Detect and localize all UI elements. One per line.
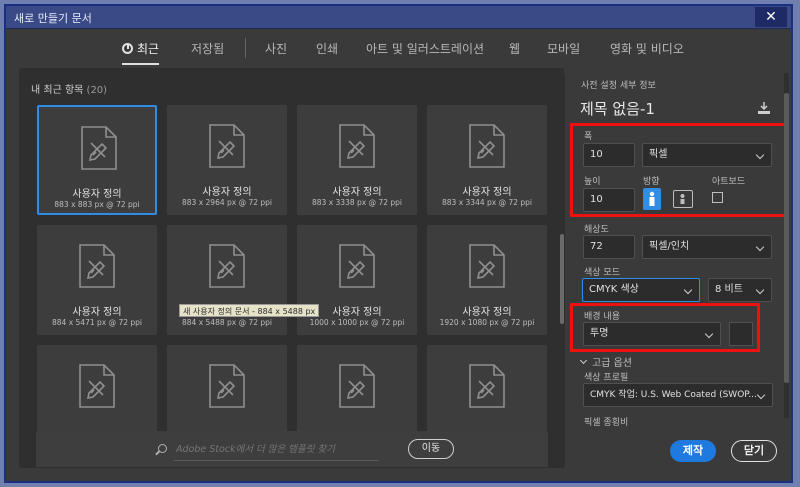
document-icon	[208, 363, 246, 409]
create-button[interactable]: 제작	[670, 440, 716, 462]
chevron-down-icon	[756, 390, 766, 400]
recent-item-name: 사용자 정의	[72, 307, 122, 318]
recent-item-dims: 883 x 3338 px @ 72 ppi	[312, 198, 402, 207]
document-icon	[208, 123, 246, 169]
tab-web[interactable]: 웹	[509, 40, 520, 57]
recent-item-name: 사용자 정의	[72, 189, 122, 200]
recent-item-dims: 884 x 5488 px @ 72 ppi	[182, 318, 272, 327]
document-icon	[468, 363, 506, 409]
recent-item-card[interactable]: 사용자 정의 884 x 5471 px @ 72 ppi	[37, 225, 157, 335]
window-title: 새로 만들기 문서	[14, 12, 92, 25]
recent-item-card[interactable]: 사용자 정의 883 x 3338 px @ 72 ppi	[297, 105, 417, 215]
recent-item-dims: 883 x 2964 px @ 72 ppi	[182, 198, 272, 207]
bit-depth-select[interactable]: 8 비트	[708, 278, 772, 302]
tooltip: 새 사용자 정의 문서 - 884 x 5488 px	[179, 304, 320, 317]
recent-item-card[interactable]: 사용자 정의 883 x 3344 px @ 72 ppi	[427, 105, 547, 215]
recent-section-title: 내 최근 항목 (20)	[31, 81, 107, 96]
tab-recent[interactable]: 최근	[122, 40, 160, 65]
recent-item-card[interactable]: 사용자 정의 1920 x 1080 px @ 72 ppi	[427, 225, 547, 335]
recent-item-card[interactable]: 사용자 정의 883 x 2964 px @ 72 ppi	[167, 105, 287, 215]
close-button[interactable]: 닫기	[731, 440, 777, 462]
color-mode-value: CMYK 색상	[589, 284, 639, 295]
recent-title: 내 최근 항목	[31, 85, 84, 96]
document-icon	[468, 243, 506, 289]
color-profile-select[interactable]: CMYK 작업: U.S. Web Coated (SWOP...	[583, 383, 773, 407]
recent-item-card[interactable]: 사용자 정의 1000 x 1000 px @ 72 ppi	[297, 225, 417, 335]
bit-depth-value: 8 비트	[715, 284, 743, 295]
document-icon	[468, 123, 506, 169]
resolution-label: 해상도	[584, 225, 609, 235]
tab-divider	[245, 38, 246, 58]
resolution-unit-select[interactable]: 픽셀/인치	[642, 235, 772, 259]
resolution-input[interactable]: 72	[583, 235, 635, 259]
highlight-box-background	[570, 303, 760, 352]
scrollbar-thumb[interactable]	[560, 234, 564, 324]
stock-search-input[interactable]	[174, 441, 379, 457]
highlight-box-size	[570, 123, 788, 217]
tab-saved[interactable]: 저장됨	[191, 40, 224, 57]
advanced-label: 고급 옵션	[592, 358, 632, 369]
chevron-down-icon	[683, 285, 693, 295]
document-icon	[338, 363, 376, 409]
recent-item-dims: 1000 x 1000 px @ 72 ppi	[309, 318, 405, 327]
window-close-button[interactable]: ✕	[755, 7, 787, 27]
resolution-unit-value: 픽셀/인치	[649, 241, 690, 252]
document-icon	[78, 363, 116, 409]
new-document-dialog: 새로 만들기 문서 ✕ 최근 저장됨 사진 인쇄 아트 및 일러스트레이션 웹 …	[4, 4, 793, 483]
category-tabs: 최근 저장됨 사진 인쇄 아트 및 일러스트레이션 웹 모바일 영화 및 비디오	[6, 29, 795, 69]
chevron-down-icon	[755, 285, 765, 295]
save-preset-icon[interactable]	[757, 100, 771, 114]
advanced-options-toggle[interactable]: 고급 옵션	[579, 354, 632, 369]
recent-item-dims: 883 x 883 px @ 72 ppi	[54, 200, 140, 209]
recent-item-name: 사용자 정의	[202, 187, 252, 198]
recent-item-dims: 884 x 5471 px @ 72 ppi	[52, 318, 142, 327]
recent-item-card[interactable]: 사용자 정의884 x 5488 px @ 72 ppi	[167, 225, 287, 335]
recent-panel: 내 최근 항목 (20) 사용자 정의 883 x 883 px @ 72 ppi…	[19, 68, 564, 468]
recent-scrollbar[interactable]	[559, 74, 565, 466]
tab-photo[interactable]: 사진	[265, 40, 287, 57]
search-icon	[158, 444, 167, 453]
pixel-ratio-label: 픽셀 종횡비	[584, 418, 629, 428]
stock-search-bar: 이동	[36, 431, 548, 467]
recent-item-name: 사용자 정의	[332, 187, 382, 198]
document-icon	[78, 243, 116, 289]
recent-item-dims: 883 x 3344 px @ 72 ppi	[442, 198, 532, 207]
recent-item-card[interactable]: 사용자 정의 883 x 883 px @ 72 ppi	[37, 105, 157, 215]
go-button[interactable]: 이동	[408, 439, 454, 459]
recent-count: (20)	[86, 85, 108, 96]
color-profile-value: CMYK 작업: U.S. Web Coated (SWOP...	[590, 390, 757, 400]
tab-mobile[interactable]: 모바일	[547, 40, 580, 57]
details-scrollbar[interactable]	[784, 73, 789, 418]
recent-item-dims: 1920 x 1080 px @ 72 ppi	[439, 318, 535, 327]
tab-film-video[interactable]: 영화 및 비디오	[610, 40, 684, 57]
clock-icon	[122, 43, 133, 54]
recent-item-name: 사용자 정의	[462, 307, 512, 318]
color-profile-label: 색상 프로필	[584, 373, 629, 383]
tab-art-illustration[interactable]: 아트 및 일러스트레이션	[366, 40, 484, 57]
document-icon	[80, 125, 118, 171]
search-underline	[174, 460, 379, 461]
chevron-down-icon	[579, 356, 588, 365]
recent-item-name: 사용자 정의	[462, 187, 512, 198]
title-bar: 새로 만들기 문서 ✕	[6, 6, 791, 29]
details-scrollbar-thumb[interactable]	[784, 93, 789, 383]
document-icon	[338, 123, 376, 169]
document-icon	[338, 243, 376, 289]
chevron-down-icon	[755, 242, 765, 252]
color-mode-label: 색상 모드	[584, 268, 620, 278]
details-header: 사전 설정 세부 정보	[581, 81, 656, 91]
tab-recent-label: 최근	[137, 42, 160, 56]
color-mode-select[interactable]: CMYK 색상	[582, 278, 700, 302]
document-name[interactable]: 제목 없음-1	[580, 98, 655, 119]
document-icon	[208, 243, 246, 289]
tab-print[interactable]: 인쇄	[316, 40, 338, 57]
